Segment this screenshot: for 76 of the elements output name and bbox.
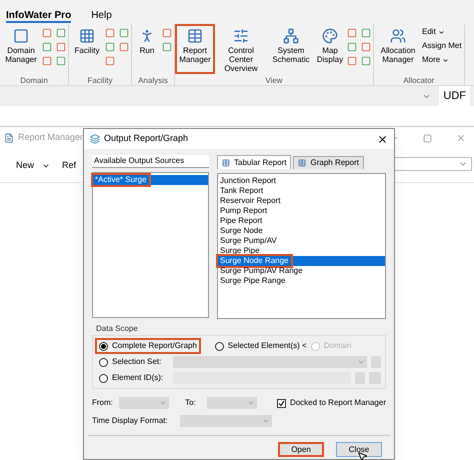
dialog-title: Output Report/Graph: [104, 132, 188, 146]
dropdown-field[interactable]: [206, 397, 257, 409]
table-icon: [187, 28, 203, 44]
sliders-icon: [233, 28, 249, 44]
list-item[interactable]: Surge Pump/AV: [218, 236, 385, 246]
list-item[interactable]: Surge Node: [218, 226, 385, 236]
to-label: To:: [185, 397, 197, 409]
grid-icon: [79, 28, 95, 44]
palette-icon: [322, 28, 338, 44]
cursor-icon: [357, 451, 368, 460]
radio-option[interactable]: Selected Element(s) <: [212, 340, 309, 352]
toolbar-button[interactable]: Ref: [62, 154, 80, 178]
window-icon: [4, 133, 14, 143]
maximize-icon[interactable]: [423, 134, 432, 142]
list-item[interactable]: Reservoir Report: [218, 196, 385, 206]
list-item[interactable]: Surge Pipe Range: [218, 276, 385, 286]
udf-label: UDF: [439, 86, 470, 106]
dropdown-field[interactable]: [173, 356, 368, 368]
ribbon-button[interactable]: Run: [134, 26, 160, 72]
dropdown-field[interactable]: [180, 415, 272, 427]
check-icon: [278, 400, 285, 406]
ribbon-button[interactable]: Control Center Overview: [215, 26, 267, 72]
square-icon: [13, 28, 29, 44]
tab[interactable]: Tabular Report: [217, 155, 292, 169]
chevron-icon: [246, 399, 255, 407]
list-header: Available Output Sources: [92, 155, 209, 168]
list-item[interactable]: Surge Node Range: [218, 256, 385, 266]
group-label: Domain: [19, 75, 49, 85]
list-item[interactable]: Tank Report: [218, 186, 385, 196]
table-icon: [222, 158, 230, 166]
group-label: Facility: [86, 75, 114, 85]
caret-icon: [442, 56, 450, 64]
radio-option[interactable]: Complete Report/Graph: [97, 340, 199, 352]
ribbon-button[interactable]: System Schematic: [269, 26, 313, 72]
menu-button[interactable]: More: [422, 54, 462, 66]
list-item[interactable]: Junction Report: [218, 176, 385, 186]
network-icon: [283, 28, 299, 44]
time-format-label: Time Display Format:: [92, 415, 168, 427]
ribbon-button[interactable]: Report Manager: [177, 26, 213, 72]
ribbon-button[interactable]: Facility: [71, 26, 103, 72]
dialog-button[interactable]: Open: [278, 442, 324, 457]
chevron-icon: [459, 160, 467, 168]
group-label: View: [264, 75, 284, 85]
ribbon-button[interactable]: Domain Manager: [2, 26, 40, 72]
group-label: Data Scope: [95, 323, 139, 335]
group-label: Allocator: [402, 75, 436, 85]
caret-icon: [438, 28, 445, 36]
sources-list[interactable]: *Active* Surge: [92, 172, 209, 318]
ribbon-button[interactable]: Map Display: [315, 26, 345, 72]
reports-list[interactable]: Junction Report Tank Report Reservoir Report Pump Report Pipe Report Surge Node Surge Pump/AV Surge Pipe Surge Node Range Surge Pump/AV Range Surge Pipe Range: [217, 173, 386, 319]
list-item[interactable]: *Active* Surge: [93, 175, 208, 185]
dialog-button[interactable]: Close: [336, 442, 382, 457]
radio-option[interactable]: Element ID(s):: [97, 372, 169, 384]
toolbar-button[interactable]: New: [16, 154, 54, 178]
menu-button[interactable]: Edit: [422, 26, 462, 38]
people-icon: [390, 28, 406, 44]
chevron-icon: [357, 358, 366, 366]
menu-button[interactable]: Assign Met: [422, 40, 462, 52]
list-item[interactable]: Surge Pump/AV Range: [218, 266, 385, 276]
from-label: From:: [92, 397, 114, 409]
dropdown-field[interactable]: [119, 397, 170, 409]
close-icon[interactable]: [377, 134, 388, 144]
list-item[interactable]: Pipe Report: [218, 216, 385, 226]
ribbon-button[interactable]: Allocation Manager: [376, 26, 420, 72]
docked-checkbox[interactable]: Docked to Report Manager: [276, 397, 386, 409]
tab[interactable]: Graph Report: [293, 156, 364, 169]
dialog-icon: [90, 134, 100, 144]
group-label: Analysis: [137, 75, 169, 85]
chevron-icon: [159, 399, 168, 407]
radio-option[interactable]: Selection Set:: [97, 356, 169, 368]
table-icon: [298, 159, 306, 167]
ribbon-tab[interactable]: Help: [91, 8, 112, 23]
chevron-icon: [262, 417, 270, 425]
list-item[interactable]: Pump Report: [218, 206, 385, 216]
list-item[interactable]: Surge Pipe: [218, 246, 385, 256]
window-title: Report Manager: [18, 131, 84, 144]
